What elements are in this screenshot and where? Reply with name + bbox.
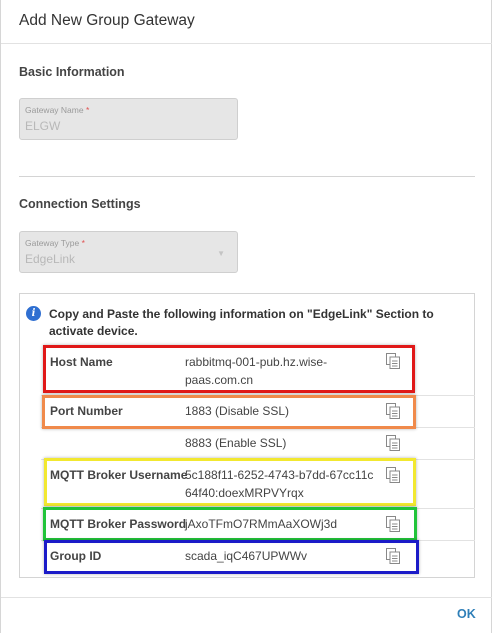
mqtt-username-highlight xyxy=(44,458,416,506)
header-divider xyxy=(1,43,492,44)
dialog-title: Add New Group Gateway xyxy=(19,12,195,29)
port-number-highlight xyxy=(42,395,416,429)
footer-divider xyxy=(1,597,492,598)
group-id-highlight xyxy=(44,540,419,574)
info-icon: i xyxy=(26,306,41,321)
gateway-name-label: Gateway Name * xyxy=(25,105,90,115)
add-group-gateway-dialog: Add New Group Gateway Basic Information … xyxy=(0,0,492,633)
port-number-ssl-value: 8883 (Enable SSL) xyxy=(185,436,287,450)
section-divider xyxy=(19,176,475,177)
basic-information-heading: Basic Information xyxy=(19,65,125,79)
gateway-type-label: Gateway Type * xyxy=(25,238,85,248)
copy-icon[interactable] xyxy=(386,435,400,451)
gateway-type-value: EdgeLink xyxy=(25,252,76,266)
info-message: Copy and Paste the following information… xyxy=(49,307,434,338)
gateway-name-field[interactable]: Gateway Name * ELGW xyxy=(19,98,238,140)
caret-down-icon: ▼ xyxy=(217,249,225,258)
host-name-highlight xyxy=(43,345,415,393)
gateway-type-select[interactable]: Gateway Type * EdgeLink ▼ xyxy=(19,231,238,273)
mqtt-password-highlight xyxy=(43,507,417,541)
gateway-name-value: ELGW xyxy=(25,119,61,133)
ok-button[interactable]: OK xyxy=(457,607,476,621)
connection-settings-heading: Connection Settings xyxy=(19,197,141,211)
